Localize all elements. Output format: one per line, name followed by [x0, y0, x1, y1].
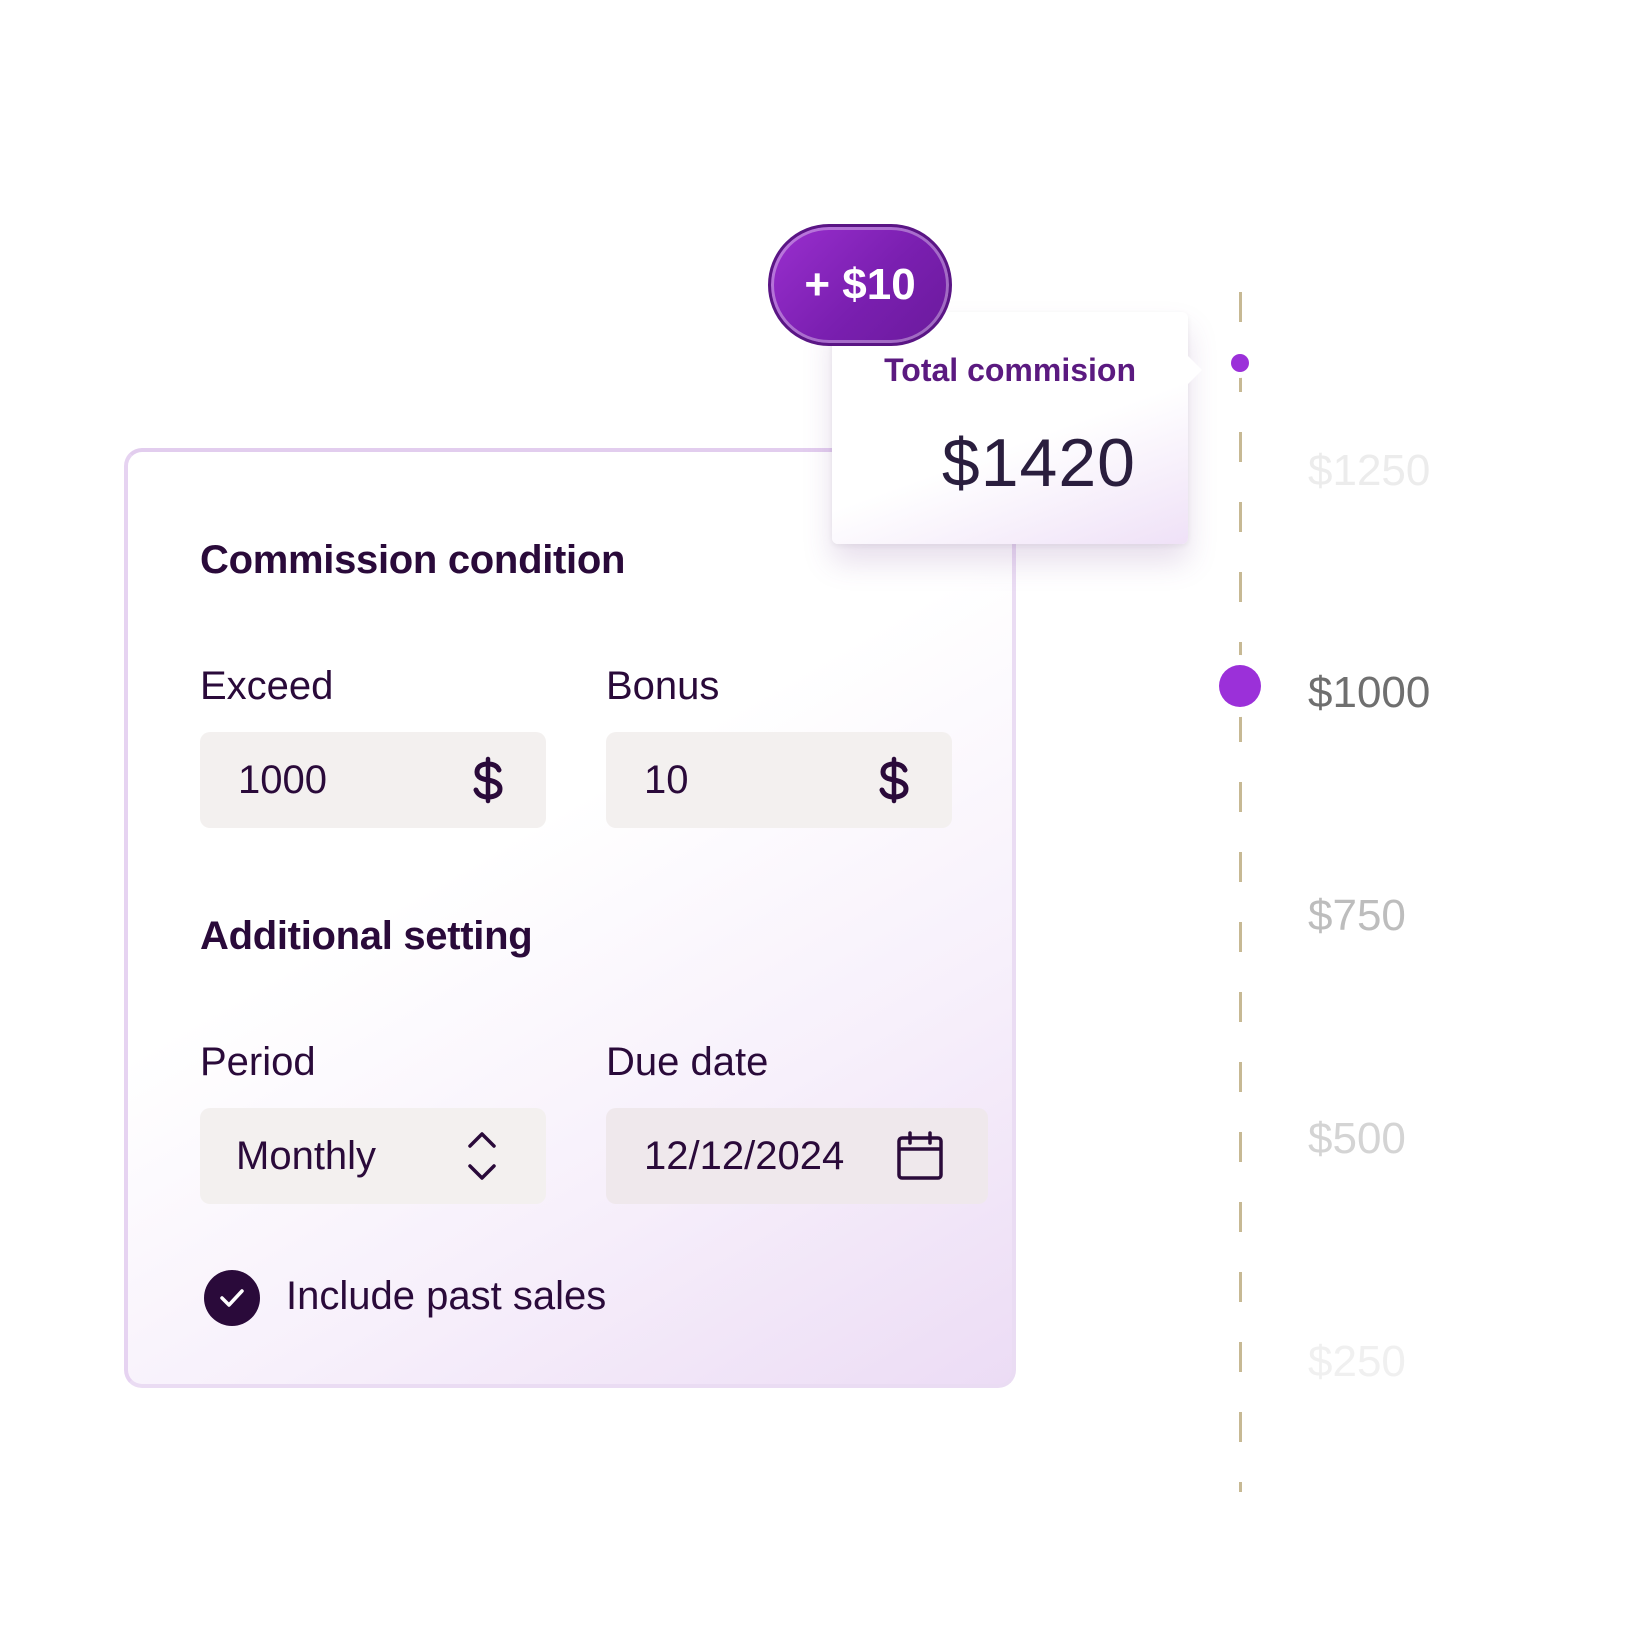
tooltip-title: Total commision — [884, 352, 1136, 388]
chevron-up-down-icon — [468, 1132, 496, 1180]
due-date-value: 12/12/2024 — [644, 1134, 845, 1178]
scale-tick-label: $250 — [1308, 1337, 1406, 1386]
section-title-commission-condition: Commission condition — [200, 538, 626, 582]
calendar-icon — [897, 1131, 943, 1180]
period-label: Period — [200, 1040, 316, 1084]
period-value: Monthly — [236, 1134, 377, 1178]
include-past-sales-checkbox[interactable]: Include past sales — [204, 1270, 684, 1330]
current-value-marker — [1231, 354, 1249, 372]
section-title-additional-setting: Additional setting — [200, 914, 533, 958]
tooltip-value: $1420 — [941, 425, 1136, 501]
bonus-value: 10 — [644, 758, 689, 802]
dollar-icon — [473, 756, 503, 804]
scale-tick-label: $750 — [1308, 891, 1406, 940]
bonus-badge-text: + $10 — [804, 260, 916, 309]
checkmark-circle — [204, 1270, 260, 1326]
period-select[interactable]: Monthly — [200, 1108, 546, 1204]
exceed-label: Exceed — [200, 664, 334, 708]
include-past-sales-label: Include past sales — [286, 1274, 607, 1318]
scale-tick-label: $1250 — [1308, 446, 1431, 495]
due-date-input[interactable]: 12/12/2024 — [606, 1108, 988, 1204]
scale-tick-label: $500 — [1308, 1114, 1406, 1163]
exceed-input[interactable]: 1000 — [200, 732, 546, 828]
total-commission-tooltip: Total commision $1420 — [832, 312, 1202, 544]
scale-axis-line — [1239, 292, 1242, 1492]
dollar-icon — [879, 756, 909, 804]
exceed-value: 1000 — [238, 758, 327, 802]
bonus-input[interactable]: 10 — [606, 732, 952, 828]
threshold-marker[interactable] — [1219, 665, 1261, 707]
check-icon — [220, 1289, 244, 1307]
scale-tick-label-active: $1000 — [1308, 668, 1431, 717]
commission-settings-card: Commission condition Exceed 1000 Bonus 1… — [124, 448, 1016, 1388]
due-date-label: Due date — [606, 1040, 769, 1084]
bonus-label: Bonus — [606, 664, 720, 708]
bonus-badge: + $10 — [768, 224, 952, 346]
